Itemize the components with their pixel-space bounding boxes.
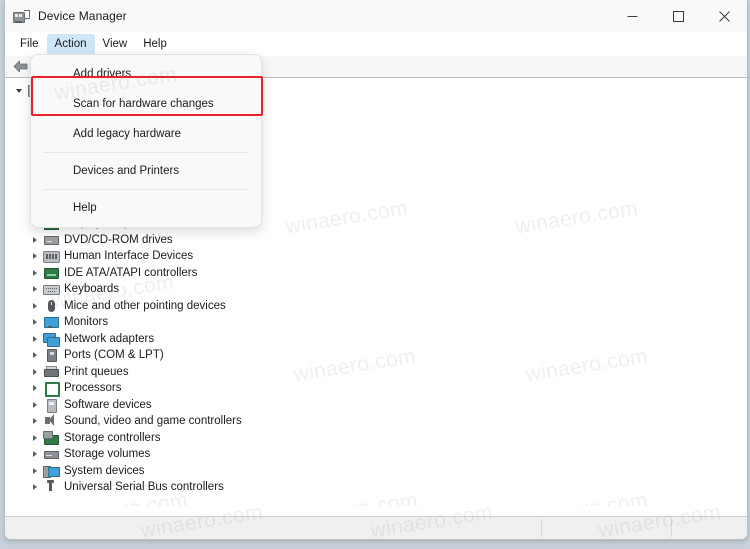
status-divider xyxy=(541,519,542,537)
menu-bar: File Action View Help xyxy=(5,32,747,56)
status-divider xyxy=(671,519,672,537)
menu-action[interactable]: Action xyxy=(46,33,95,55)
screenshot-root: Device Manager File Action View Help win… xyxy=(0,0,750,549)
tree-row-processors[interactable]: Processors xyxy=(5,380,747,398)
menu-item-add-drivers[interactable]: Add drivers xyxy=(31,59,261,89)
tree-item-label: Print queues xyxy=(64,365,129,378)
tree-item-label: Storage volumes xyxy=(64,448,151,461)
network-adapter-icon xyxy=(43,331,60,347)
keyboard-icon xyxy=(43,281,60,297)
chevron-right-icon[interactable] xyxy=(27,467,43,474)
chevron-right-icon[interactable] xyxy=(27,418,43,425)
storage-controller-icon xyxy=(43,430,59,446)
menu-help[interactable]: Help xyxy=(135,34,175,55)
tree-item-label: Human Interface Devices xyxy=(64,250,194,263)
menu-item-add-legacy-hardware[interactable]: Add legacy hardware xyxy=(31,119,261,149)
ide-controller-icon xyxy=(43,265,59,281)
menu-file[interactable]: File xyxy=(12,34,47,55)
processor-icon xyxy=(43,380,60,398)
menu-separator xyxy=(43,189,249,190)
menu-separator xyxy=(43,152,249,153)
tree-item-label: Processors xyxy=(64,382,122,395)
tree-item-label: Keyboards xyxy=(64,283,119,296)
tree-row-system-devices[interactable]: System devices xyxy=(5,463,747,480)
chevron-right-icon[interactable] xyxy=(27,236,43,243)
tree-item-label: DVD/CD-ROM drives xyxy=(64,233,173,246)
hid-icon xyxy=(43,248,60,264)
device-manager-icon xyxy=(13,8,30,24)
maximize-icon[interactable] xyxy=(655,0,701,32)
chevron-right-icon[interactable] xyxy=(27,302,43,309)
tree-item-label: Monitors xyxy=(64,316,109,329)
chevron-right-icon[interactable] xyxy=(27,484,43,491)
back-arrow-icon[interactable] xyxy=(10,58,30,75)
tree-row-dvd-drives[interactable]: DVD/CD-ROM drives xyxy=(5,232,747,249)
chevron-right-icon[interactable] xyxy=(27,352,43,359)
storage-volume-icon xyxy=(43,446,59,462)
tree-item-label: Sound, video and game controllers xyxy=(64,415,242,428)
chevron-right-icon[interactable] xyxy=(27,401,43,408)
minimize-icon[interactable] xyxy=(609,0,655,32)
tree-row-keyboards[interactable]: Keyboards xyxy=(5,281,747,298)
action-dropdown-menu: Add drivers Scan for hardware changes Ad… xyxy=(30,54,262,228)
tree-item-label: IDE ATA/ATAPI controllers xyxy=(64,266,198,279)
menu-item-help[interactable]: Help xyxy=(31,193,261,223)
chevron-right-icon[interactable] xyxy=(27,335,43,342)
tree-row-ports[interactable]: Ports (COM & LPT) xyxy=(5,347,747,364)
software-device-icon xyxy=(43,397,59,413)
tree-row-print-queues[interactable]: Print queues xyxy=(5,364,747,381)
chevron-right-icon[interactable] xyxy=(27,319,43,326)
sound-controller-icon xyxy=(43,413,59,429)
tree-item-label: Ports (COM & LPT) xyxy=(64,349,164,362)
system-device-icon xyxy=(43,463,60,479)
usb-controller-icon xyxy=(43,479,59,495)
dvd-drive-icon xyxy=(43,232,59,248)
chevron-right-icon[interactable] xyxy=(27,253,43,260)
printer-icon xyxy=(43,364,59,380)
tree-row-usb-controllers[interactable]: Universal Serial Bus controllers xyxy=(5,479,747,496)
tree-item-label: Universal Serial Bus controllers xyxy=(64,481,224,494)
tree-row-mice[interactable]: Mice and other pointing devices xyxy=(5,298,747,315)
tree-row-ide-controllers[interactable]: IDE ATA/ATAPI controllers xyxy=(5,265,747,282)
chevron-right-icon[interactable] xyxy=(27,451,43,458)
tree-row-storage-volumes[interactable]: Storage volumes xyxy=(5,446,747,463)
tree-item-label: Network adapters xyxy=(64,332,155,345)
window-title: Device Manager xyxy=(38,9,127,23)
tree-row-software-devices[interactable]: Software devices xyxy=(5,397,747,414)
title-bar: Device Manager xyxy=(5,0,747,32)
port-icon xyxy=(43,347,59,363)
caption-buttons xyxy=(609,0,747,32)
status-bar xyxy=(5,516,747,539)
close-icon[interactable] xyxy=(701,0,747,32)
tree-item-label: System devices xyxy=(64,464,145,477)
chevron-right-icon[interactable] xyxy=(27,385,43,392)
tree-item-label: Storage controllers xyxy=(64,431,161,444)
tree-row-hid[interactable]: Human Interface Devices xyxy=(5,248,747,265)
tree-row-network-adapters[interactable]: Network adapters xyxy=(5,331,747,348)
chevron-right-icon[interactable] xyxy=(27,434,43,441)
chevron-right-icon[interactable] xyxy=(27,286,43,293)
menu-item-scan-for-hardware-changes[interactable]: Scan for hardware changes xyxy=(31,89,261,119)
tree-row-storage-controllers[interactable]: Storage controllers xyxy=(5,430,747,447)
monitor-icon xyxy=(43,314,59,330)
chevron-down-icon[interactable] xyxy=(11,89,27,94)
tree-item-label: Software devices xyxy=(64,398,152,411)
tree-row-sound-controllers[interactable]: Sound, video and game controllers xyxy=(5,413,747,430)
mouse-icon xyxy=(43,298,59,314)
tree-item-label: Mice and other pointing devices xyxy=(64,299,226,312)
menu-view[interactable]: View xyxy=(95,34,136,55)
chevron-right-icon[interactable] xyxy=(27,368,43,375)
menu-item-devices-and-printers[interactable]: Devices and Printers xyxy=(31,156,261,186)
tree-row-monitors[interactable]: Monitors xyxy=(5,314,747,331)
chevron-right-icon[interactable] xyxy=(27,269,43,276)
